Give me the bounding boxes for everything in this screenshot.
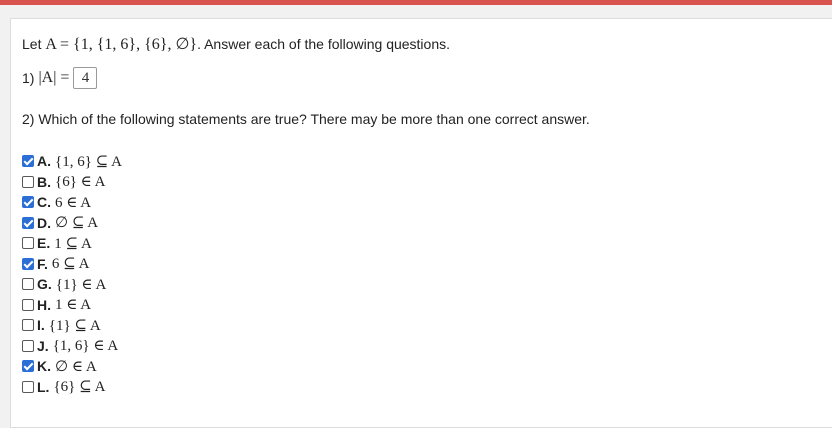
option-checkbox[interactable] xyxy=(22,360,34,373)
option-b[interactable]: B. {6} ∈ A xyxy=(22,172,122,193)
option-letter: J. xyxy=(37,337,49,354)
option-c[interactable]: C. 6 ∈ A xyxy=(22,192,122,213)
option-checkbox[interactable] xyxy=(22,278,34,291)
option-checkbox[interactable] xyxy=(22,339,34,352)
option-checkbox[interactable] xyxy=(22,257,34,270)
option-letter: D. xyxy=(37,214,51,231)
part-1-label: 1) xyxy=(22,70,35,86)
option-g[interactable]: G. {1} ∈ A xyxy=(22,274,122,295)
cardinality-answer-input[interactable]: 4 xyxy=(73,67,98,89)
options-list: A. {1, 6} ⊆ A B. {6} ∈ A C. 6 ∈ A D. ∅ ⊆ A E. 1 ⊆… xyxy=(22,151,122,397)
option-l[interactable]: L. {6} ⊆ A xyxy=(22,377,122,398)
option-expression: {1, 6} ∈ A xyxy=(52,338,119,355)
option-expression: ∅ ∈ A xyxy=(55,358,97,375)
option-checkbox[interactable] xyxy=(22,216,34,229)
question-intro: Let A = {1, {1, 6}, {6}, ∅}. Answer each… xyxy=(22,34,450,54)
option-letter: B. xyxy=(37,173,51,190)
option-letter: L. xyxy=(37,378,50,395)
option-letter: F. xyxy=(37,255,48,272)
option-expression: 6 ⊆ A xyxy=(51,256,90,273)
intro-prefix: Let xyxy=(22,36,46,52)
option-letter: I. xyxy=(37,317,45,334)
option-expression: 6 ∈ A xyxy=(55,194,92,211)
option-h[interactable]: H. 1 ∈ A xyxy=(22,295,122,316)
option-i[interactable]: I. {1} ⊆ A xyxy=(22,315,122,336)
part-1: 1) |A| = 4 xyxy=(22,67,98,89)
option-letter: G. xyxy=(37,276,52,293)
option-d[interactable]: D. ∅ ⊆ A xyxy=(22,213,122,234)
option-expression: {1} ∈ A xyxy=(55,276,107,293)
option-checkbox[interactable] xyxy=(22,237,34,250)
option-checkbox[interactable] xyxy=(22,319,34,332)
option-letter: A. xyxy=(37,153,51,170)
option-expression: {1} ⊆ A xyxy=(48,317,101,334)
option-letter: E. xyxy=(37,235,51,252)
option-letter: K. xyxy=(37,358,51,375)
option-expression: 1 ∈ A xyxy=(55,297,92,314)
option-letter: C. xyxy=(37,194,51,211)
option-e[interactable]: E. 1 ⊆ A xyxy=(22,233,122,254)
set-definition: A = {1, {1, 6}, {6}, ∅} xyxy=(45,36,198,53)
option-expression: {1, 6} ⊆ A xyxy=(55,153,122,170)
option-checkbox[interactable] xyxy=(22,175,34,188)
option-letter: H. xyxy=(37,296,51,313)
option-checkbox[interactable] xyxy=(22,155,34,168)
option-j[interactable]: J. {1, 6} ∈ A xyxy=(22,336,122,357)
top-accent-strip xyxy=(0,0,832,5)
intro-suffix: . Answer each of the following questions… xyxy=(197,36,451,52)
option-checkbox[interactable] xyxy=(22,298,34,311)
option-checkbox[interactable] xyxy=(22,380,34,393)
cardinality-expression: |A| = xyxy=(38,69,70,86)
option-checkbox[interactable] xyxy=(22,196,34,209)
question-card: Let A = {1, {1, 6}, {6}, ∅}. Answer each… xyxy=(10,18,832,428)
part-2-prompt: 2) Which of the following statements are… xyxy=(22,111,590,127)
option-expression: ∅ ⊆ A xyxy=(55,215,99,232)
option-a[interactable]: A. {1, 6} ⊆ A xyxy=(22,151,122,172)
option-expression: 1 ⊆ A xyxy=(54,235,92,252)
option-k[interactable]: K. ∅ ∈ A xyxy=(22,356,122,377)
option-expression: {6} ⊆ A xyxy=(53,379,106,396)
option-expression: {6} ∈ A xyxy=(55,174,106,191)
option-f[interactable]: F. 6 ⊆ A xyxy=(22,254,122,275)
